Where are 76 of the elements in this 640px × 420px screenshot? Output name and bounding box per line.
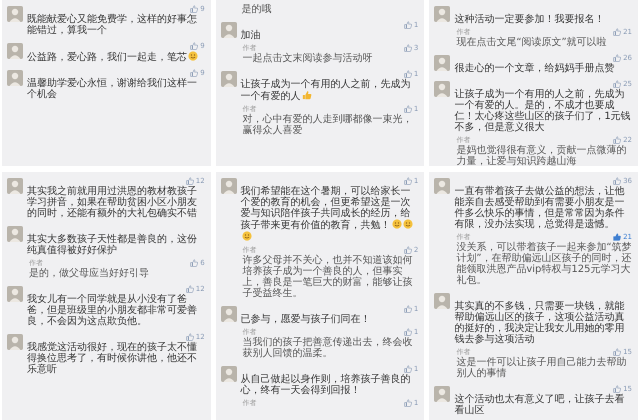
comment-text: 让孩子成为一个有用的人之前，先成为一个有爱的人。是的，不成才也要成仁！太心疼这些山区的孩子们了，1元钱不多，但是意义很大 — [454, 89, 632, 133]
avatar-icon[interactable] — [7, 286, 23, 302]
reply-text: 现在点击文尾“阅读原文”就可以啦 — [456, 37, 608, 48]
reply-text: 是妈也觉得很有意义，贡献一点微薄的力量，让爱与知识跨越山海 — [456, 145, 628, 166]
smiley-emoji-icon — [392, 219, 402, 229]
thumbs-up-icon — [186, 177, 194, 185]
avatar-icon[interactable] — [7, 334, 23, 350]
avatar-icon[interactable] — [220, 366, 237, 382]
smiley-emoji-icon — [242, 231, 252, 241]
comment-text: 我们希望能在这个暑期，可以给家长一个爱的教育的机会，但更希望这是一次爱与知识陪伴孩子共同成长的经历，给孩子带来更有价值的教育，共勉！ — [240, 186, 418, 243]
comment-text: 温馨助学爱心永恒，谢谢给我们这样一个机会 — [27, 78, 198, 100]
thumbs-up-icon — [186, 333, 194, 341]
avatar-icon[interactable] — [434, 178, 450, 194]
comment-text: 很走心的一个文章，给妈妈手册点赞 — [454, 63, 616, 74]
comment-text: 让孩子成为一个有用的人之前，先成为一个有爱的人 — [240, 79, 412, 102]
avatar-icon[interactable] — [7, 6, 23, 22]
smiley-emoji-icon — [188, 51, 198, 61]
thumbs-up-icon — [190, 42, 198, 50]
smiley-emoji-icon — [402, 219, 413, 229]
thumbs-up-icon — [190, 5, 198, 13]
thumbs-up-icon — [186, 285, 194, 293]
avatar-icon[interactable] — [434, 81, 450, 97]
thumbs-up-icon — [404, 328, 412, 336]
thumbs-up-icon — [404, 305, 412, 313]
comment-text: 我女儿有一个同学就是从小没有了爸爸，但是班级里的小朋友都非常可爱善良，不会因为这点欺负他。 — [27, 294, 198, 327]
thumbs-up-icon — [404, 246, 412, 254]
reply-text: 没关系，可以带着孩子一起来参加“筑梦计划”，在帮助偏远山区孩子的同时，还能领取洪恩产品vip特权与125元学习大礼包。 — [456, 242, 632, 286]
comment-text: 既能献爱心又能免费学，这样的好事怎能错过，算我一个 — [27, 14, 198, 36]
thumbs-up-icon — [404, 70, 412, 78]
thumbs-up-icon — [613, 385, 622, 393]
thumbs-up-icon — [404, 21, 412, 29]
avatar-icon[interactable] — [7, 178, 23, 194]
avatar-icon[interactable] — [220, 71, 237, 87]
reply-text: 当我们的孩子把善意传递出去，终会收获别人回馈的温柔。 — [242, 337, 414, 359]
avatar-icon[interactable] — [7, 226, 23, 242]
thumbs-up-icon — [404, 399, 412, 407]
comment-text: 一直有带着孩子去做公益的想法，让他能亲自去感受帮助到有需要小朋友是一件多么快乐的事情，但是常常因为条件有限，没办法实现，总觉得是遗憾。 — [454, 186, 626, 230]
thumbs-up-emoji-icon — [302, 90, 312, 100]
reply-text: 许多父母并不关心，也并不知道该如何培养孩子成为一个善良的人，但事实上，善良是一笔巨大的财富，能够让孩子受益终生。 — [242, 255, 414, 299]
thumbs-up-icon — [190, 69, 198, 77]
comment-text: 其实大多数孩子天性都是善良的，这份纯真值得被好好保护 — [27, 234, 198, 256]
thumbs-up-icon — [613, 348, 622, 356]
avatar-icon[interactable] — [434, 55, 450, 71]
avatar-icon[interactable] — [220, 306, 237, 322]
comment-text: 其实真的不多钱，只需要一块钱，就能帮助偏远山区的孩子，这项公益活动真的挺好的，我决定让我女儿用她的零用钱去参与这项活动 — [454, 301, 626, 345]
thumbs-up-icon — [404, 365, 412, 373]
avatar-icon[interactable] — [7, 43, 23, 59]
comment-text: 我感觉这活动很好，现在的孩子太不懂得换位思考了，有时候你讲他，他还不乐意听 — [27, 342, 198, 375]
reply-text: 这是一件可以让孩子用自己能力去帮助别人的事情 — [456, 357, 628, 379]
thumbs-up-icon — [404, 105, 412, 113]
comment-text: 这个活动也太有意义了吧，让孩子去看看山区 — [454, 394, 626, 416]
thumbs-up-icon — [613, 54, 622, 62]
comment-text: 其实我之前就用用过洪恩的教材教孩子学习拼音，如果在帮助贫困小区小朋友的同时，还能有额外的大礼包确实不错 — [27, 186, 198, 219]
avatar-icon[interactable] — [7, 70, 23, 86]
comment-text: 已参与，愿爱与孩子们同在！ — [240, 314, 372, 325]
avatar-icon[interactable] — [220, 178, 237, 194]
avatar-icon[interactable] — [434, 6, 450, 22]
comment-text: 这种活动一定要参加！我要报名！ — [454, 14, 606, 25]
thumbs-up-icon — [613, 177, 622, 185]
comment-text: 加油 — [240, 30, 262, 41]
comment-text: 公益路，爱心路，我们一起走，笔芯 — [27, 51, 205, 63]
thumbs-up-icon — [613, 28, 622, 36]
avatar-icon[interactable] — [220, 22, 237, 38]
thumbs-up-icon — [613, 80, 622, 88]
reply-text: 一起点击文末阅读参与活动呀 — [242, 53, 374, 64]
thumbs-up-icon — [190, 259, 198, 267]
avatar-icon[interactable] — [434, 386, 450, 402]
comment-text: 从自己做起以身作则，培养孩子善良的心，终有一天会得到回报！ — [240, 374, 412, 396]
avatar-icon[interactable] — [434, 293, 450, 309]
thumbs-up-icon — [613, 233, 622, 241]
thumbs-up-icon — [613, 136, 622, 144]
thumbs-up-icon — [404, 177, 412, 185]
thumbs-up-icon — [404, 44, 412, 52]
reply-text: 是的，做父母应当好好引导 — [29, 268, 150, 279]
reply-text: 是的哦 — [242, 4, 273, 15]
reply-text: 对，心中有爱的人走到哪都像一束光，赢得众人喜爱 — [242, 114, 414, 136]
